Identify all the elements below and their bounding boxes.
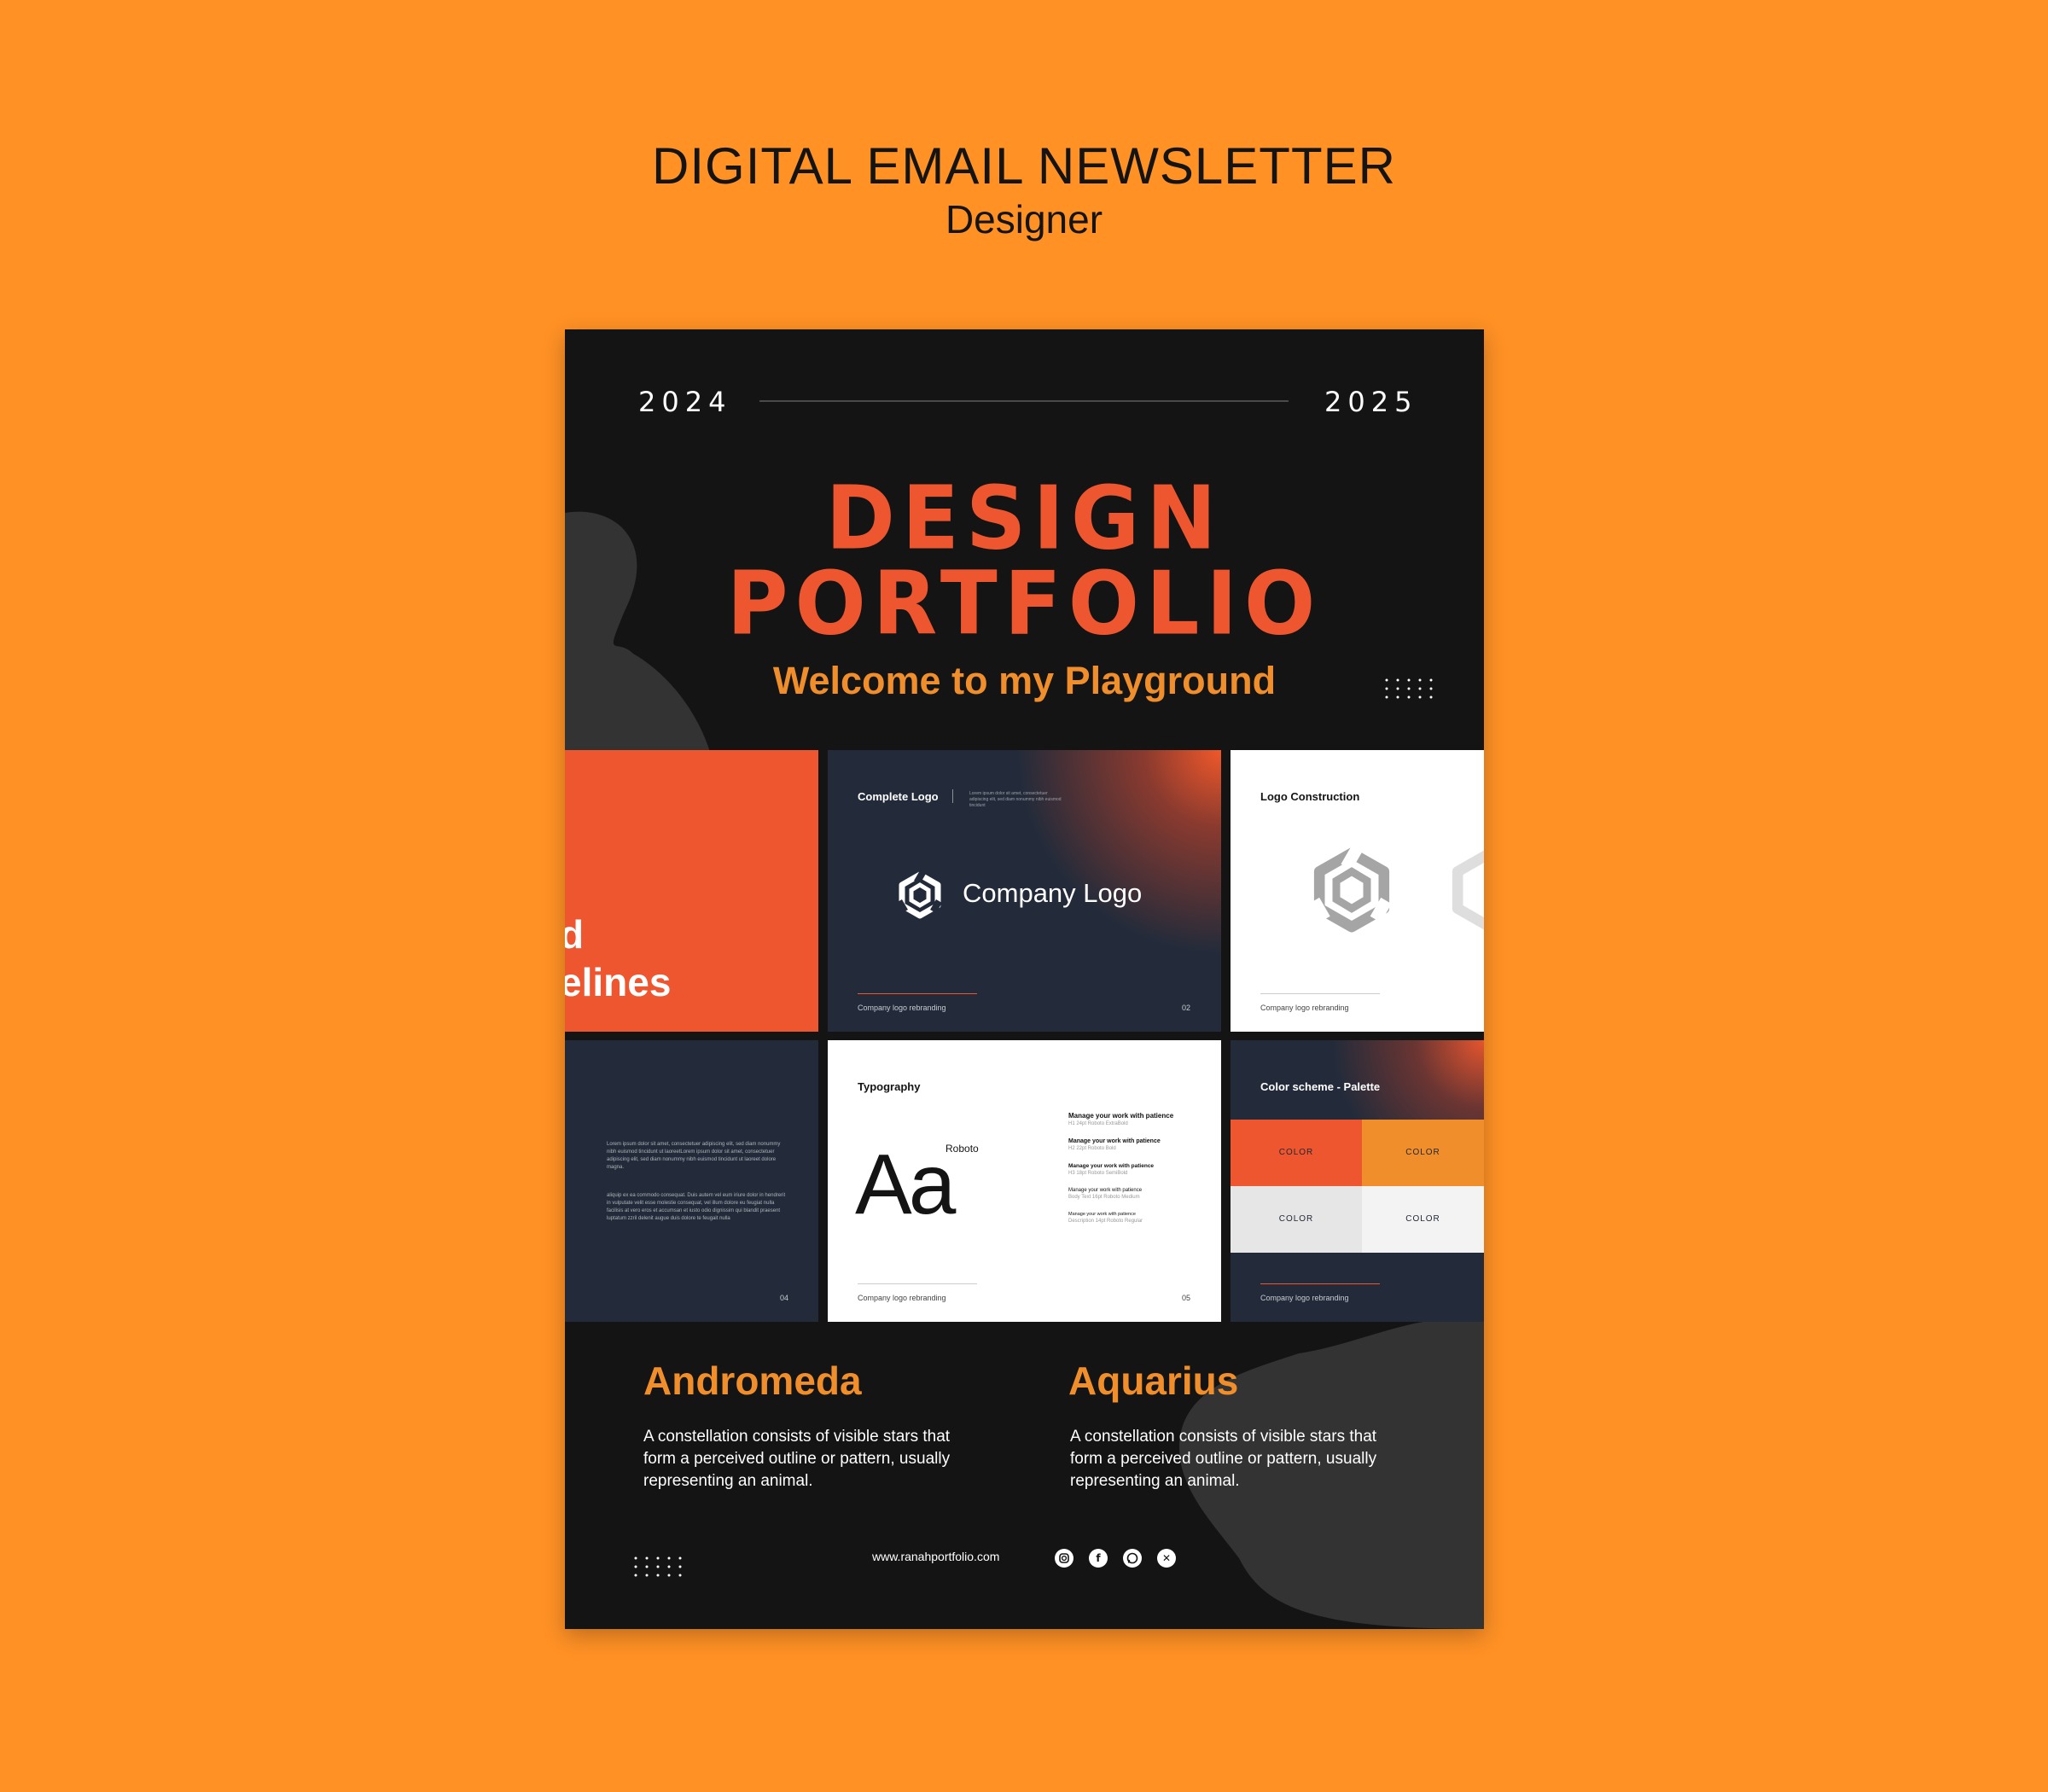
color-scheme-footer: Company logo rebranding — [1260, 1294, 1349, 1302]
footer-website-link[interactable]: www.ranahportfolio.com — [872, 1550, 999, 1563]
typography-scale-list: Manage your work with patience H1 24pt R… — [1068, 1112, 1205, 1224]
company-logo-text: Company Logo — [963, 878, 1143, 908]
label-divider — [952, 789, 953, 803]
typography-row: Manage your work with patience H2 22pt R… — [1068, 1138, 1205, 1151]
page-number: 02 — [1182, 1004, 1191, 1012]
instagram-icon[interactable] — [1055, 1549, 1073, 1568]
card-text-page: Lorem ipsum dolor sit amet, consectetuer… — [565, 1040, 818, 1322]
typography-row-spec: H1 24pt Roboto ExtraBold — [1068, 1121, 1128, 1126]
text-page-paragraph-2: aliquip ex ea commodo consequat. Duis au… — [607, 1193, 786, 1221]
footer-rule — [858, 993, 977, 994]
newsletter-poster: 2024 2025 DESIGN PORTFOLIO Welcome to my… — [565, 329, 1484, 1629]
logo-construction-icon — [1308, 845, 1392, 933]
typography-row: Manage your work with patience H1 24pt R… — [1068, 1112, 1205, 1126]
typography-row-text: Manage your work with patience — [1068, 1112, 1174, 1120]
typography-row-text: Manage your work with patience — [1068, 1212, 1136, 1217]
typography-row-spec: Body Text 16pt Roboto Medium — [1068, 1195, 1140, 1200]
facebook-icon[interactable]: f — [1089, 1549, 1108, 1568]
card-logo-construction: Logo Construction Company logo rebrandin… — [1231, 750, 1484, 1032]
typography-row-spec: H2 22pt Roboto Bold — [1068, 1146, 1116, 1151]
text-page-paragraph-1: Lorem ipsum dolor sit amet, consectetuer… — [607, 1142, 781, 1170]
year-end: 2025 — [1324, 386, 1418, 418]
guidelines-text-line2: elines — [565, 960, 672, 1004]
card-typography: Typography Roboto Aa Manage your work wi… — [828, 1040, 1221, 1322]
typography-row-text: Manage your work with patience — [1068, 1138, 1161, 1144]
palette-swatch: COLOR — [1362, 1120, 1484, 1186]
header-subtitle: Designer — [945, 197, 1103, 241]
section-title-andromeda: Andromeda — [643, 1359, 862, 1403]
page-number: 04 — [780, 1294, 789, 1302]
dot-grid-decoration — [1385, 678, 1433, 699]
footer-rule — [1260, 993, 1380, 994]
logo-construction-label: Logo Construction — [1260, 790, 1360, 803]
footer-rule — [858, 1283, 977, 1284]
logo-construction-ghost-icon — [1452, 850, 1484, 930]
section-body-andromeda: A constellation consists of visible star… — [643, 1428, 951, 1490]
year-divider — [759, 400, 1289, 402]
typography-row-text: Manage your work with patience — [1068, 1188, 1143, 1193]
guidelines-text-line1: d — [565, 912, 585, 957]
complete-logo-description: Lorem ipsum dolor sit amet, consectetuer… — [969, 791, 1062, 808]
footer-rule — [1260, 1283, 1380, 1284]
palette-swatch: COLOR — [1231, 1120, 1362, 1186]
typography-row: Manage your work with patience Descripti… — [1068, 1212, 1205, 1224]
year-start: 2024 — [638, 386, 732, 418]
typography-row-text: Manage your work with patience — [1068, 1163, 1155, 1169]
header-title: DIGITAL EMAIL NEWSLETTER — [652, 137, 1396, 195]
x-icon[interactable]: ✕ — [1157, 1549, 1176, 1568]
typography-sample: Aa — [855, 1137, 956, 1232]
welcome-subtitle: Welcome to my Playground — [772, 659, 1277, 702]
card-brand-guidelines: d elines — [565, 750, 818, 1032]
complete-logo-label: Complete Logo — [858, 790, 939, 803]
palette-swatch: COLOR — [1362, 1186, 1484, 1253]
typography-row: Manage your work with patience H3 18pt R… — [1068, 1163, 1205, 1176]
whatsapp-icon[interactable] — [1123, 1549, 1142, 1568]
card-complete-logo: Complete Logo Lorem ipsum dolor sit amet… — [828, 750, 1221, 1032]
card-color-scheme: Color scheme - Palette COLOR COLOR COLOR… — [1231, 1040, 1484, 1322]
palette-swatch: COLOR — [1231, 1186, 1362, 1253]
color-scheme-label: Color scheme - Palette — [1260, 1080, 1381, 1093]
company-logo-icon — [896, 870, 942, 919]
dot-grid-decoration — [634, 1556, 682, 1577]
logo-construction-footer: Company logo rebranding — [1260, 1004, 1349, 1012]
typography-row-spec: H3 18pt Roboto SemiBold — [1068, 1171, 1128, 1176]
typography-row: Manage your work with patience Body Text… — [1068, 1188, 1205, 1200]
section-body-aquarius: A constellation consists of visible star… — [1070, 1428, 1377, 1490]
typography-label: Typography — [858, 1080, 921, 1093]
typography-footer: Company logo rebranding — [858, 1294, 946, 1302]
complete-logo-footer: Company logo rebranding — [858, 1004, 946, 1012]
title-portfolio: PORTFOLIO — [726, 553, 1323, 655]
typography-row-spec: Description 14pt Roboto Regular — [1068, 1219, 1143, 1224]
page-number: 05 — [1182, 1294, 1191, 1302]
section-title-aquarius: Aquarius — [1068, 1359, 1239, 1403]
